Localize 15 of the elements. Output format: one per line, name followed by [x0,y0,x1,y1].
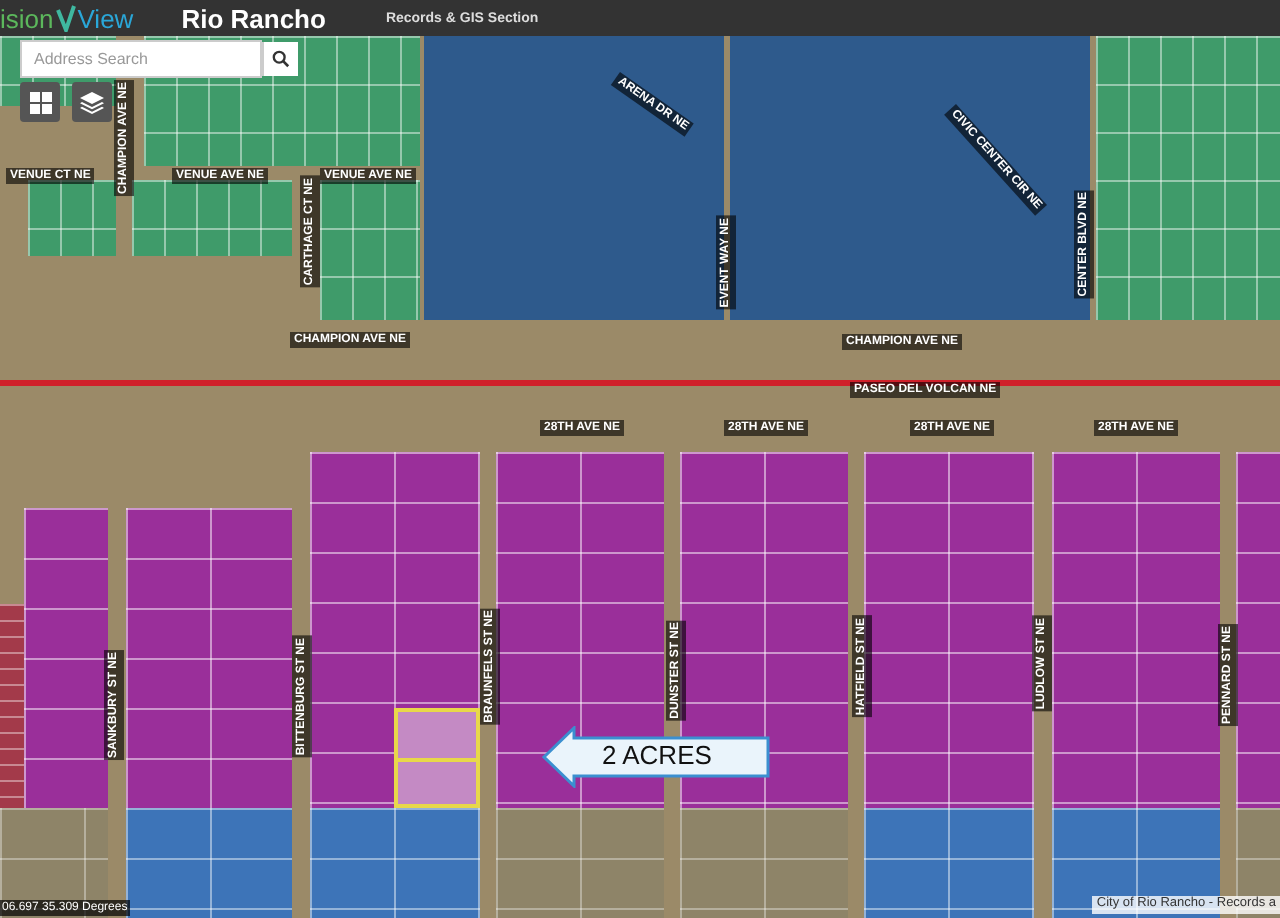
layers-icon [80,91,104,113]
logo-text: ision [0,5,54,31]
layers-button[interactable] [72,82,112,122]
app-title: Rio Rancho [181,5,326,31]
search-icon [272,50,290,68]
checkmark-logo-icon [55,4,76,32]
selected-parcel [394,708,480,808]
address-search-field[interactable]: Address Search [20,40,262,78]
grid-icon [29,91,51,113]
grid-button[interactable] [20,82,60,122]
logo-text: View [77,5,134,31]
parcel-area [28,180,116,256]
search-button[interactable] [262,42,298,76]
callout-label: 2 ACRES [602,742,712,768]
parcel-area [320,180,420,320]
